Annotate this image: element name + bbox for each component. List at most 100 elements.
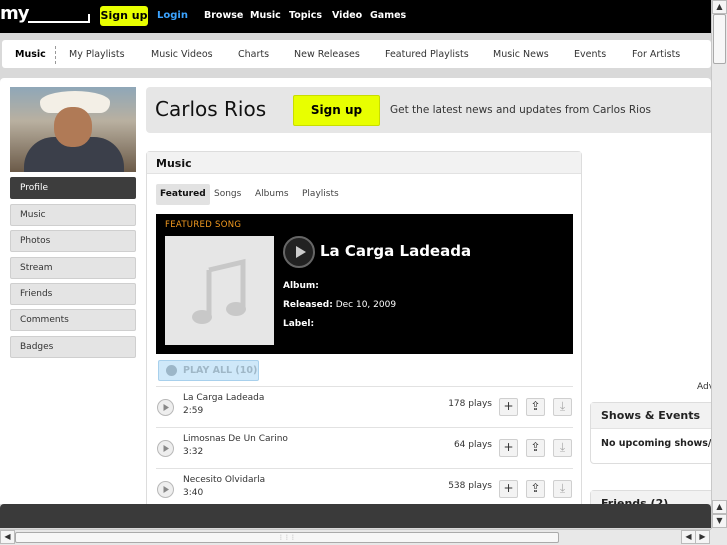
add-icon[interactable]: +	[499, 480, 518, 498]
nav-browse[interactable]: Browse	[204, 10, 243, 21]
track-name[interactable]: La Carga Ladeada	[183, 393, 264, 403]
login-link[interactable]: Login	[157, 10, 188, 21]
scroll-left-icon[interactable]: ◀	[0, 530, 15, 544]
play-icon	[163, 445, 169, 452]
profile-main: Profile Music Photos Stream Friends Comm…	[0, 78, 711, 504]
avatar-face	[54, 107, 92, 147]
music-subnav: Music My Playlists Music Videos Charts N…	[2, 40, 711, 68]
artist-avatar[interactable]	[10, 87, 136, 172]
side-nav-badges[interactable]: Badges	[10, 336, 136, 358]
play-all-icon	[166, 365, 177, 376]
featured-play-button[interactable]	[283, 236, 315, 268]
vertical-scrollbar[interactable]: ▲ ▲ ▼	[711, 0, 727, 529]
track-plays: 64 plays	[453, 440, 492, 450]
track-play-button[interactable]	[157, 399, 174, 416]
track-row[interactable]: Limosnas De Un Carino 3:32 64 plays + ⇪ …	[156, 427, 573, 468]
nav-topics[interactable]: Topics	[289, 10, 322, 21]
right-column: Adv Shows & Events No upcoming shows/e F…	[590, 78, 711, 504]
track-name[interactable]: Limosnas De Un Carino	[183, 434, 288, 444]
track-plays: 538 plays	[448, 481, 492, 491]
download-icon[interactable]: ⤓	[553, 398, 572, 416]
shows-events-title: Shows & Events	[591, 403, 711, 429]
subnav-for-artists[interactable]: For Artists	[632, 49, 680, 60]
tab-albums[interactable]: Albums	[251, 184, 293, 205]
horizontal-scrollbar[interactable]: ◀ ⋮⋮⋮ ◀ ▶	[0, 529, 711, 545]
top-signup-button[interactable]: Sign up	[100, 6, 148, 26]
nav-video[interactable]: Video	[332, 10, 362, 21]
side-nav-friends[interactable]: Friends	[10, 283, 136, 305]
artist-name: Carlos Rios	[155, 97, 267, 121]
scroll-up-icon[interactable]: ▲	[712, 500, 727, 514]
side-nav-profile[interactable]: Profile	[10, 177, 136, 199]
tab-songs[interactable]: Songs	[210, 184, 245, 205]
subnav-my-playlists[interactable]: My Playlists	[69, 49, 125, 60]
side-nav-comments[interactable]: Comments	[10, 309, 136, 331]
subnav-music[interactable]: Music	[15, 49, 46, 60]
subnav-new-releases[interactable]: New Releases	[294, 49, 360, 60]
subnav-music-videos[interactable]: Music Videos	[151, 49, 213, 60]
track-duration: 3:40	[183, 488, 204, 498]
scroll-right-icon[interactable]: ▶	[695, 530, 710, 544]
featured-album: Album:	[283, 281, 319, 291]
music-panel-title: Music	[156, 157, 192, 170]
released-label: Released:	[283, 300, 333, 310]
released-value: Dec 10, 2009	[335, 300, 397, 310]
header-signup-button[interactable]: Sign up	[293, 95, 380, 126]
play-all-label: PLAY ALL (10)	[183, 365, 258, 376]
tab-playlists[interactable]: Playlists	[298, 184, 343, 205]
featured-song-title[interactable]: La Carga Ladeada	[320, 242, 471, 260]
play-all-button[interactable]: PLAY ALL (10)	[158, 360, 259, 381]
share-icon[interactable]: ⇪	[526, 480, 545, 498]
subnav-divider	[55, 46, 56, 64]
featured-released: Released: Dec 10, 2009	[283, 300, 396, 310]
music-panel-header: Music	[147, 152, 581, 174]
play-icon	[163, 486, 169, 493]
friends-title[interactable]: Friends (2)	[591, 491, 711, 504]
subnav-events[interactable]: Events	[574, 49, 606, 60]
friends-box: Friends (2)	[590, 490, 711, 504]
site-logo[interactable]: my	[0, 3, 29, 24]
side-nav-stream[interactable]: Stream	[10, 257, 136, 279]
track-name[interactable]: Necesito Olvidarla	[183, 475, 265, 485]
add-icon[interactable]: +	[499, 439, 518, 457]
side-nav-music[interactable]: Music	[10, 204, 136, 226]
featured-label: FEATURED SONG	[165, 220, 242, 230]
album-label: Album:	[283, 281, 319, 291]
shows-events-empty: No upcoming shows/e	[601, 438, 711, 449]
logo-underline	[28, 21, 90, 23]
top-bar: my Sign up Login Browse Music Topics Vid…	[0, 0, 711, 33]
scrollbar-corner	[711, 529, 727, 545]
share-icon[interactable]: ⇪	[526, 439, 545, 457]
scroll-left-icon[interactable]: ◀	[681, 530, 696, 544]
music-panel: Music Featured Songs Albums Playlists FE…	[146, 151, 582, 504]
tab-featured[interactable]: Featured	[156, 184, 210, 205]
play-icon	[163, 404, 169, 411]
vertical-scroll-thumb[interactable]	[713, 14, 726, 64]
side-nav-photos[interactable]: Photos	[10, 230, 136, 252]
track-row[interactable]: Necesito Olvidarla 3:40 538 plays + ⇪ ⤓	[156, 468, 573, 504]
track-play-button[interactable]	[157, 481, 174, 498]
nav-games[interactable]: Games	[370, 10, 406, 21]
add-icon[interactable]: +	[499, 398, 518, 416]
subnav-charts[interactable]: Charts	[238, 49, 269, 60]
track-duration: 3:32	[183, 447, 204, 457]
bottom-toolbar	[0, 504, 711, 528]
share-icon[interactable]: ⇪	[526, 398, 545, 416]
track-plays: 178 plays	[448, 399, 492, 409]
featured-record-label: Label:	[283, 319, 314, 329]
logo-tick	[88, 14, 90, 23]
nav-music[interactable]: Music	[250, 10, 281, 21]
track-play-button[interactable]	[157, 440, 174, 457]
track-row[interactable]: La Carga Ladeada 2:59 178 plays + ⇪ ⤓	[156, 386, 573, 427]
track-duration: 2:59	[183, 406, 204, 416]
subnav-music-news[interactable]: Music News	[493, 49, 549, 60]
subnav-featured-playlists[interactable]: Featured Playlists	[385, 49, 469, 60]
horizontal-scroll-thumb[interactable]: ⋮⋮⋮	[15, 532, 559, 543]
album-art-placeholder	[165, 236, 274, 345]
scroll-down-icon[interactable]: ▼	[712, 514, 727, 528]
play-icon	[296, 246, 306, 258]
featured-song-card: FEATURED SONG La Carga Ladeada Album: Re…	[156, 214, 573, 354]
download-icon[interactable]: ⤓	[553, 439, 572, 457]
download-icon[interactable]: ⤓	[553, 480, 572, 498]
scroll-up-icon[interactable]: ▲	[712, 0, 727, 14]
